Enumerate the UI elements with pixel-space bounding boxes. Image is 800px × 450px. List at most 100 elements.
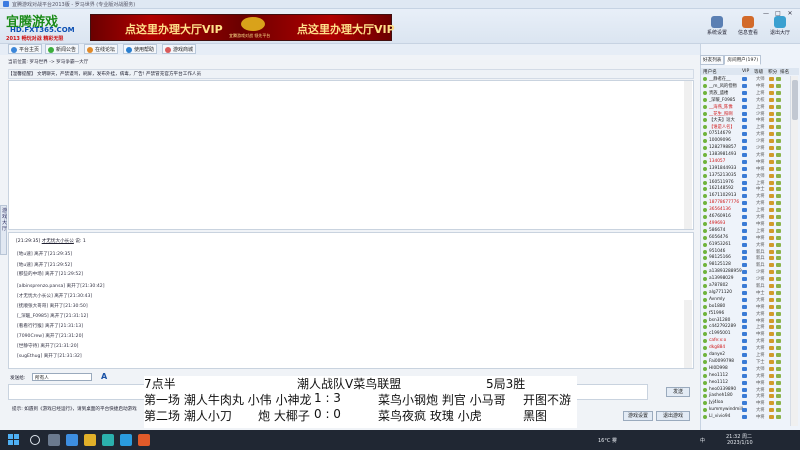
tab-room-users[interactable]: 房间用户(197) — [724, 55, 762, 65]
user-list-row[interactable]: __m_风的怪物 中将 — [701, 83, 789, 90]
game-settings-button[interactable]: 游戏设置 — [623, 411, 653, 421]
user-rank: 大将 — [756, 346, 765, 352]
side-tab-lobby[interactable]: 游戏大厅 — [0, 205, 7, 255]
toolbar-forum[interactable]: 在线论坛 — [84, 44, 119, 54]
clock-date[interactable]: 2023/1/10 — [727, 440, 753, 446]
user-list-row[interactable]: 10009096 少将 — [701, 138, 789, 145]
user-list-row[interactable]: 07514679 大将 — [701, 131, 789, 138]
col-vip[interactable]: VIP — [742, 69, 749, 74]
user-list-row[interactable]: heo1112 中将 — [701, 380, 789, 387]
user-list-row[interactable]: 1375213035 大师 — [701, 173, 789, 180]
user-list-row[interactable]: __花生_照啊 少将 — [701, 111, 789, 118]
vip-badge-icon — [742, 304, 747, 309]
windows-start-icon[interactable] — [8, 434, 20, 446]
message-scrollbar[interactable] — [684, 300, 692, 368]
toolbar-news[interactable]: 新闻公告 — [45, 44, 80, 54]
user-list-row[interactable]: 586674 上将 — [701, 228, 789, 235]
user-list-row[interactable]: Ll_vivio94 中将 — [701, 414, 789, 421]
message-user-link[interactable]: 才无忧大小长公 — [42, 239, 74, 244]
close-button[interactable]: ✕ — [784, 10, 796, 17]
folder-icon[interactable] — [84, 434, 96, 446]
col-score[interactable]: 积分 — [768, 69, 777, 75]
user-list-row[interactable]: danye2 上将 — [701, 352, 789, 359]
user-list-row[interactable]: Fai0099798 下士 — [701, 359, 789, 366]
user-list-row[interactable]: 61953261 大将 — [701, 242, 789, 249]
user-list-row[interactable]: 46760916 大将 — [701, 214, 789, 221]
user-list-row[interactable]: 499693 中将 — [701, 221, 789, 228]
vip-emblem-icon — [241, 17, 265, 31]
platform-logo[interactable]: 宜腾游戏 HD.FXT365.COM 2013 畅玩对战 精彩无限 — [4, 11, 86, 42]
user-avatar-icon — [703, 208, 707, 213]
send-button[interactable]: 发送 — [666, 387, 690, 397]
level-badge-icon — [769, 373, 774, 378]
score-badge-icon — [776, 125, 781, 130]
user-list-row[interactable]: _深暖_F0985 大校 — [701, 97, 789, 104]
app-icon-teal[interactable] — [102, 434, 114, 446]
system-settings-button[interactable]: 系统设置 — [703, 14, 731, 44]
user-name: _深暖_F0985 — [709, 97, 736, 103]
user-list-row[interactable]: 1391844933 中将 — [701, 166, 789, 173]
ime-indicator[interactable]: 中 — [700, 437, 705, 444]
app-icon-orange[interactable] — [138, 434, 150, 446]
user-list-row[interactable]: 6056476 中将 — [701, 235, 789, 242]
user-list-scrollbar[interactable] — [790, 76, 798, 426]
scrollbar-thumb[interactable] — [792, 80, 798, 120]
user-list-row[interactable]: 贵族_盛楼 上将 — [701, 90, 789, 97]
send-to-select[interactable]: 所有人 — [32, 373, 92, 381]
app-icon-blue[interactable] — [120, 434, 132, 446]
clock-time[interactable]: 21:32 周二 — [726, 433, 752, 440]
user-list-row[interactable]: 36564136 上将 — [701, 207, 789, 214]
vip-ad-banner[interactable]: 点这里办理大厅VIP 宜腾游戏对战 领先平台 点这里办理大厅VIP — [90, 14, 395, 41]
browser-icon[interactable] — [66, 434, 78, 446]
user-list-row[interactable]: 18778677776 大将 — [701, 200, 789, 207]
info-view-button[interactable]: 信息查看 — [734, 14, 762, 44]
user-list-row[interactable]: 134057 中将 — [701, 159, 789, 166]
weather-text[interactable]: 16°C 雾 — [598, 437, 617, 444]
user-list-row[interactable]: cafe:x:o 大将 — [701, 338, 789, 345]
user-list-row[interactable]: f51996 大将 — [701, 311, 789, 318]
col-username[interactable]: 用户名 — [703, 69, 717, 75]
user-name: 36564136 — [709, 207, 731, 213]
chat-scrollbar[interactable] — [684, 81, 692, 229]
toolbar-shop[interactable]: 游戏商城 — [162, 44, 197, 54]
user-list-row[interactable]: a13998029 少将 — [701, 276, 789, 283]
user-list-row[interactable]: a13893288959 少将 — [701, 269, 789, 276]
score-badge-icon — [776, 387, 781, 392]
exit-game-button[interactable]: 退出游戏 — [656, 411, 690, 421]
user-list-row[interactable]: dkg884 大将 — [701, 345, 789, 352]
vip-badge-icon — [742, 256, 747, 261]
vip-badge-icon — [742, 152, 747, 157]
col-rank[interactable]: 排名 — [780, 69, 789, 75]
user-list-row[interactable]: 1282798857 少将 — [701, 145, 789, 152]
level-badge-icon — [769, 380, 774, 385]
toolbar-help[interactable]: 使用帮助 — [123, 44, 158, 54]
user-list-row[interactable]: __静者在__ 大师 — [701, 76, 789, 83]
user-list-row[interactable]: alg771120 中士 — [701, 290, 789, 297]
tab-friends[interactable]: 好友列表 — [700, 55, 725, 65]
user-list-row[interactable]: kummywindmill 大将 — [701, 407, 789, 414]
task-view-icon[interactable] — [48, 434, 60, 446]
font-style-button[interactable]: A — [101, 372, 109, 381]
user-list-row[interactable]: Avnmly 大将 — [701, 297, 789, 304]
user-list-row[interactable]: a787802 新兵 — [701, 283, 789, 290]
room-user-list[interactable]: __静者在__ 大师 __m_风的怪物 中将 贵族_盛楼 上将 _深暖_F0985 大校 __海… — [701, 76, 789, 426]
user-list-row[interactable]: bo1880 中将 — [701, 304, 789, 311]
user-list-row[interactable]: 1383981493 大将 — [701, 152, 789, 159]
score-badge-icon — [776, 97, 781, 102]
user-avatar-icon — [703, 277, 707, 282]
public-chat-area[interactable] — [8, 80, 694, 230]
user-list-row[interactable]: 【大夫】逗大 中将 — [701, 117, 789, 124]
maximize-button[interactable]: □ — [772, 10, 784, 17]
user-name: 6056476 — [709, 234, 729, 240]
col-level[interactable]: 等级 — [754, 69, 763, 75]
exit-lobby-button[interactable]: 退出大厅 — [766, 14, 794, 44]
minimize-button[interactable]: — — [760, 10, 772, 17]
score-badge-icon — [776, 90, 781, 95]
toolbar-home[interactable]: 平台主页 — [8, 44, 43, 54]
score-badge-icon — [776, 173, 781, 178]
user-list-row[interactable]: __海燕_陈像 上将 — [701, 104, 789, 111]
system-message-log[interactable]: [地u速] 离开了[21:29:35] [地u速] 离开了[21:29:52] … — [8, 232, 694, 369]
user-list-row[interactable]: HI0D998 大师 — [701, 366, 789, 373]
search-icon[interactable] — [30, 435, 40, 445]
user-list-row[interactable]: heo1112 大将 — [701, 373, 789, 380]
